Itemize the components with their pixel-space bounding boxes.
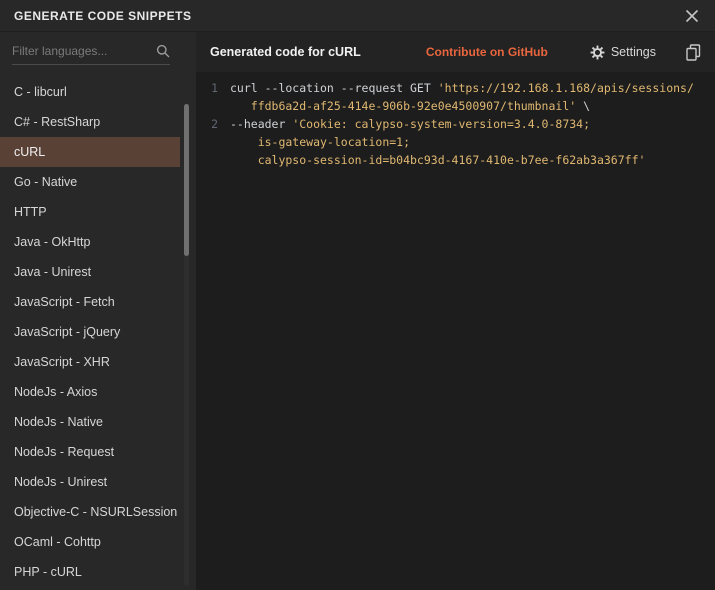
line-number <box>196 97 230 115</box>
copy-code-button[interactable] <box>686 44 701 61</box>
search-icon <box>156 44 170 58</box>
language-list: C - libcurlC# - RestSharpcURLGo - Native… <box>0 77 180 587</box>
language-item-nodejs-axios[interactable]: NodeJs - Axios <box>0 377 180 407</box>
sidebar-scrollbar-thumb[interactable] <box>184 104 189 256</box>
language-sidebar: C - libcurlC# - RestSharpcURLGo - Native… <box>0 32 196 590</box>
line-number <box>196 151 230 169</box>
copy-icon <box>686 44 701 61</box>
code-line: calypso-session-id=b04bc93d-4167-410e-b7… <box>196 151 715 169</box>
language-item-javascript-fetch[interactable]: JavaScript - Fetch <box>0 287 180 317</box>
dialog-title: GENERATE CODE SNIPPETS <box>14 9 191 23</box>
filter-languages-field[interactable] <box>12 44 170 65</box>
code-panel: Generated code for cURL Contribute on Gi… <box>196 32 715 590</box>
language-item-nodejs-native[interactable]: NodeJs - Native <box>0 407 180 437</box>
sidebar-scrollbar[interactable] <box>184 104 189 586</box>
close-icon[interactable] <box>683 7 701 25</box>
language-item-http[interactable]: HTTP <box>0 197 180 227</box>
generate-code-snippets-dialog: GENERATE CODE SNIPPETS C - libcurlC# - R… <box>0 0 715 590</box>
panel-heading: Generated code for cURL <box>210 45 361 59</box>
code-line: ffdb6a2d-af25-414e-906b-92e0e4500907/thu… <box>196 97 715 115</box>
code-text: curl --location --request GET 'https://1… <box>230 79 694 97</box>
code-panel-header: Generated code for cURL Contribute on Gi… <box>196 32 715 72</box>
language-item-c-libcurl[interactable]: C - libcurl <box>0 77 180 107</box>
line-number: 2 <box>196 115 230 133</box>
line-number: 1 <box>196 79 230 97</box>
language-item-nodejs-request[interactable]: NodeJs - Request <box>0 437 180 467</box>
language-item-java-unirest[interactable]: Java - Unirest <box>0 257 180 287</box>
language-item-javascript-xhr[interactable]: JavaScript - XHR <box>0 347 180 377</box>
contribute-github-link[interactable]: Contribute on GitHub <box>426 45 548 59</box>
close-x-glyph <box>685 9 699 23</box>
dialog-body: C - libcurlC# - RestSharpcURLGo - Native… <box>0 32 715 590</box>
settings-label: Settings <box>611 45 656 59</box>
language-item-curl[interactable]: cURL <box>0 137 180 167</box>
language-item-java-okhttp[interactable]: Java - OkHttp <box>0 227 180 257</box>
code-text: ffdb6a2d-af25-414e-906b-92e0e4500907/thu… <box>230 97 590 115</box>
settings-button[interactable]: Settings <box>590 45 656 60</box>
code-line: 1curl --location --request GET 'https://… <box>196 79 715 97</box>
language-item-objective-c-nsurlsession[interactable]: Objective-C - NSURLSession <box>0 497 180 527</box>
code-editor[interactable]: 1curl --location --request GET 'https://… <box>196 72 715 590</box>
language-item-nodejs-unirest[interactable]: NodeJs - Unirest <box>0 467 180 497</box>
language-item-c-restsharp[interactable]: C# - RestSharp <box>0 107 180 137</box>
code-line: 2--header 'Cookie: calypso-system-versio… <box>196 115 715 133</box>
code-text: --header 'Cookie: calypso-system-version… <box>230 115 590 133</box>
language-item-php-curl[interactable]: PHP - cURL <box>0 557 180 587</box>
dialog-titlebar: GENERATE CODE SNIPPETS <box>0 0 715 32</box>
gear-icon <box>590 45 605 60</box>
code-line: is-gateway-location=1; <box>196 133 715 151</box>
language-item-ocaml-cohttp[interactable]: OCaml - Cohttp <box>0 527 180 557</box>
line-number <box>196 133 230 151</box>
language-item-javascript-jquery[interactable]: JavaScript - jQuery <box>0 317 180 347</box>
filter-languages-input[interactable] <box>12 44 150 58</box>
code-text: calypso-session-id=b04bc93d-4167-410e-b7… <box>230 151 645 169</box>
code-text: is-gateway-location=1; <box>230 133 410 151</box>
language-item-go-native[interactable]: Go - Native <box>0 167 180 197</box>
